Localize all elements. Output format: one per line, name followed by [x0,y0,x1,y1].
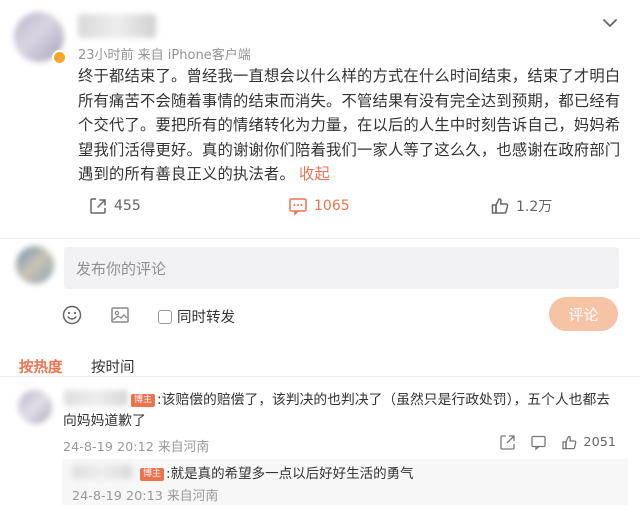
comment-icon[interactable] [530,434,547,451]
repost-button[interactable]: 455 [88,196,141,216]
repost-count: 455 [114,198,141,214]
post-actions: 455 1065 1.2万 [0,196,640,224]
comment-like-count: 2051 [583,435,616,450]
image-icon[interactable] [109,304,131,326]
submit-comment-button[interactable]: 评论 [549,297,618,331]
reply-box: 博主:就是真的希望多一点以后好好生活的勇气 24-8-19 20:13 来自河南 [62,459,628,505]
repost-toggle-label: 同时转发 [177,310,235,326]
post-text: 终于都结束了。曾经我一直想会以什么样的方式在什么时间结束，结束了才明白所有痛苦不… [78,64,624,187]
sort-bar: 按热度 按时间 [0,354,640,378]
comment-actions: 2051 [485,434,616,451]
author-name[interactable] [78,14,156,38]
tab-sort-time[interactable]: 按时间 [91,356,135,377]
author-badge: 博主 [131,394,156,407]
share-icon[interactable] [499,434,516,451]
commenter-avatar[interactable] [18,390,52,424]
repost-icon [90,198,106,214]
like-icon [491,198,509,214]
collapse-link[interactable]: 收起 [299,165,330,183]
repost-checkbox[interactable] [158,309,172,324]
comment-text: 博主:该赔偿的赔偿了，该判决的也判决了（虽然只是行政处罚），五个人也都去向妈妈道… [63,390,623,432]
comment-count: 1065 [314,198,350,214]
divider [0,376,640,377]
comment-input[interactable]: 发布你的评论 [64,247,619,289]
tab-sort-hot[interactable]: 按热度 [19,356,63,377]
my-avatar [16,246,54,284]
comment-button[interactable]: 1065 [288,196,350,216]
like-icon[interactable] [561,434,578,451]
emoji-icon[interactable] [61,304,83,326]
like-count: 1.2万 [516,199,553,215]
comment-icon [289,198,307,216]
post-body: 终于都结束了。曾经我一直想会以什么样的方式在什么时间结束，结束了才明白所有痛苦不… [78,67,621,184]
comment-meta: 24-8-19 20:12 来自河南 [63,440,210,455]
chevron-down-icon[interactable] [602,16,618,30]
reply-body: :就是真的希望多一点以后好好生活的勇气 [166,466,414,482]
author-badge: 博主 [140,468,165,481]
like-button[interactable]: 1.2万 [490,196,552,216]
reply-meta: 24-8-19 20:13 来自河南 [72,489,219,504]
repost-toggle[interactable]: 同时转发 [158,306,235,327]
composer-tools: 同时转发 [0,302,640,328]
verified-badge-icon [52,50,67,65]
divider [0,238,640,239]
reply-text: 博主:就是真的希望多一点以后好好生活的勇气 [72,462,414,482]
post-meta: 23小时前 来自 iPhone客户端 [78,48,251,63]
